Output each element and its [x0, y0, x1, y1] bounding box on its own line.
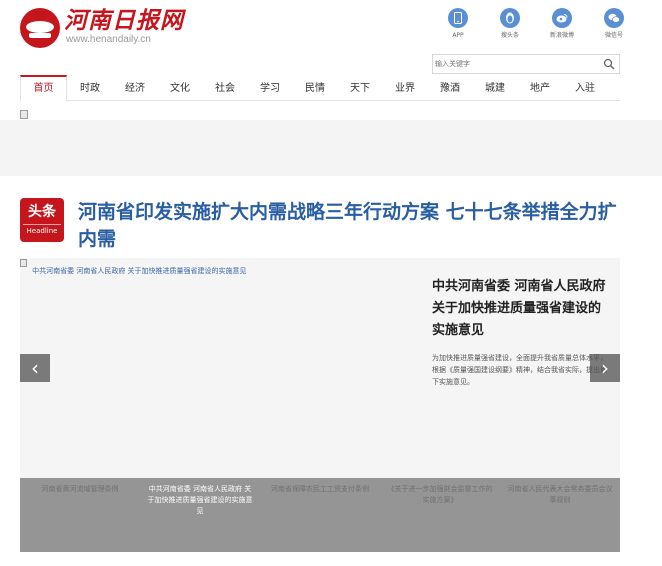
slide-title[interactable]: 中共河南省委 河南省人民政府 关于加快推进质量强省建设的实施意见	[432, 276, 610, 342]
nav-item-public-opinion[interactable]: 民情	[297, 77, 333, 101]
search-box	[432, 54, 620, 74]
logo-emblem-icon	[20, 8, 60, 48]
carousel-thumb[interactable]: 《关于进一步加强财会监督工作的实施方案》	[380, 478, 500, 552]
nav-item-study[interactable]: 学习	[252, 77, 288, 101]
nav-item-henan-liquor[interactable]: 豫酒	[432, 77, 468, 101]
app-label: 微信号	[604, 32, 623, 39]
nav-item-home[interactable]: 首页	[20, 75, 67, 102]
carousel-thumbnails: 河南省黄河流域管理条例 中共河南省委 河南省人民政府 关于加快推进质量强省建设的…	[20, 478, 620, 552]
search-input[interactable]	[433, 55, 593, 73]
carousel-prev-button[interactable]: ‹	[20, 354, 50, 382]
carousel-thumb[interactable]: 河南省人民代表大会常务委员会议事规则	[500, 478, 620, 552]
nav-item-industry[interactable]: 业界	[387, 77, 423, 101]
nav-item-society[interactable]: 社会	[207, 77, 243, 101]
app-links: APP 搜头条 新浪微博 微信号	[432, 8, 640, 40]
headline-badge: 头条 Headline	[20, 198, 64, 242]
penguin-icon	[500, 8, 520, 28]
app-label: 新浪微博	[549, 32, 574, 39]
site-logo[interactable]: 河南日报网 www.henandaily.cn	[20, 8, 184, 48]
headline-badge-cn: 头条	[28, 204, 56, 220]
app-label: APP	[452, 32, 464, 39]
logo-text: 河南日报网	[64, 7, 184, 34]
app-link-weibo[interactable]: 新浪微博	[536, 8, 588, 40]
banner-area	[0, 120, 662, 176]
slide-image[interactable]: 中共河南省委 河南省人民政府 关于加快推进质量强省建设的实施意见	[20, 258, 420, 478]
nav-item-real-estate[interactable]: 地产	[522, 77, 558, 101]
carousel-thumb-active[interactable]: 中共河南省委 河南省人民政府 关于加快推进质量强省建设的实施意见	[140, 478, 260, 552]
nav-item-urban-construction[interactable]: 城建	[477, 77, 513, 101]
logo-url: www.henandaily.cn	[66, 34, 151, 45]
nav-item-culture[interactable]: 文化	[162, 77, 198, 101]
news-carousel: 中共河南省委 河南省人民政府 关于加快推进质量强省建设的实施意见 中共河南省委 …	[20, 258, 620, 552]
nav-item-politics[interactable]: 时政	[72, 77, 108, 101]
headline-title[interactable]: 河南省印发实施扩大内需战略三年行动方案 七十七条举措全力扩内需	[78, 199, 618, 253]
nav-item-join[interactable]: 入驻	[567, 77, 603, 101]
wechat-icon	[604, 8, 624, 28]
broken-image-icon	[20, 259, 27, 267]
slide-summary: 为加快推进质量强省建设，全面提升我省质量总体水平，根据《质量强国建设纲要》精神，…	[432, 354, 607, 386]
carousel-next-button[interactable]: ›	[590, 354, 620, 382]
page: { "header": { "logo_text": "河南日报网", "log…	[0, 0, 662, 566]
app-link-toutiao[interactable]: 搜头条	[484, 8, 536, 40]
weibo-icon	[552, 8, 572, 28]
search-icon[interactable]	[603, 58, 615, 70]
slide-image-alt: 中共河南省委 河南省人民政府 关于加快推进质量强省建设的实施意见	[32, 267, 247, 275]
carousel-thumb[interactable]: 河南省黄河流域管理条例	[20, 478, 140, 552]
nav-item-economy[interactable]: 经济	[117, 77, 153, 101]
main-nav: 首页 时政 经济 文化 社会 学习 民情 天下 业界 豫酒 城建 地产 入驻	[20, 74, 620, 102]
carousel-thumb[interactable]: 河南省保障农民工工资支付条例	[260, 478, 380, 552]
headline-badge-en: Headline	[23, 224, 61, 237]
app-link-wechat[interactable]: 微信号	[588, 8, 640, 40]
phone-icon	[448, 8, 468, 28]
broken-image-icon	[20, 110, 28, 119]
nav-item-world[interactable]: 天下	[342, 77, 378, 101]
app-link-app[interactable]: APP	[432, 8, 484, 40]
app-label: 搜头条	[500, 32, 519, 39]
